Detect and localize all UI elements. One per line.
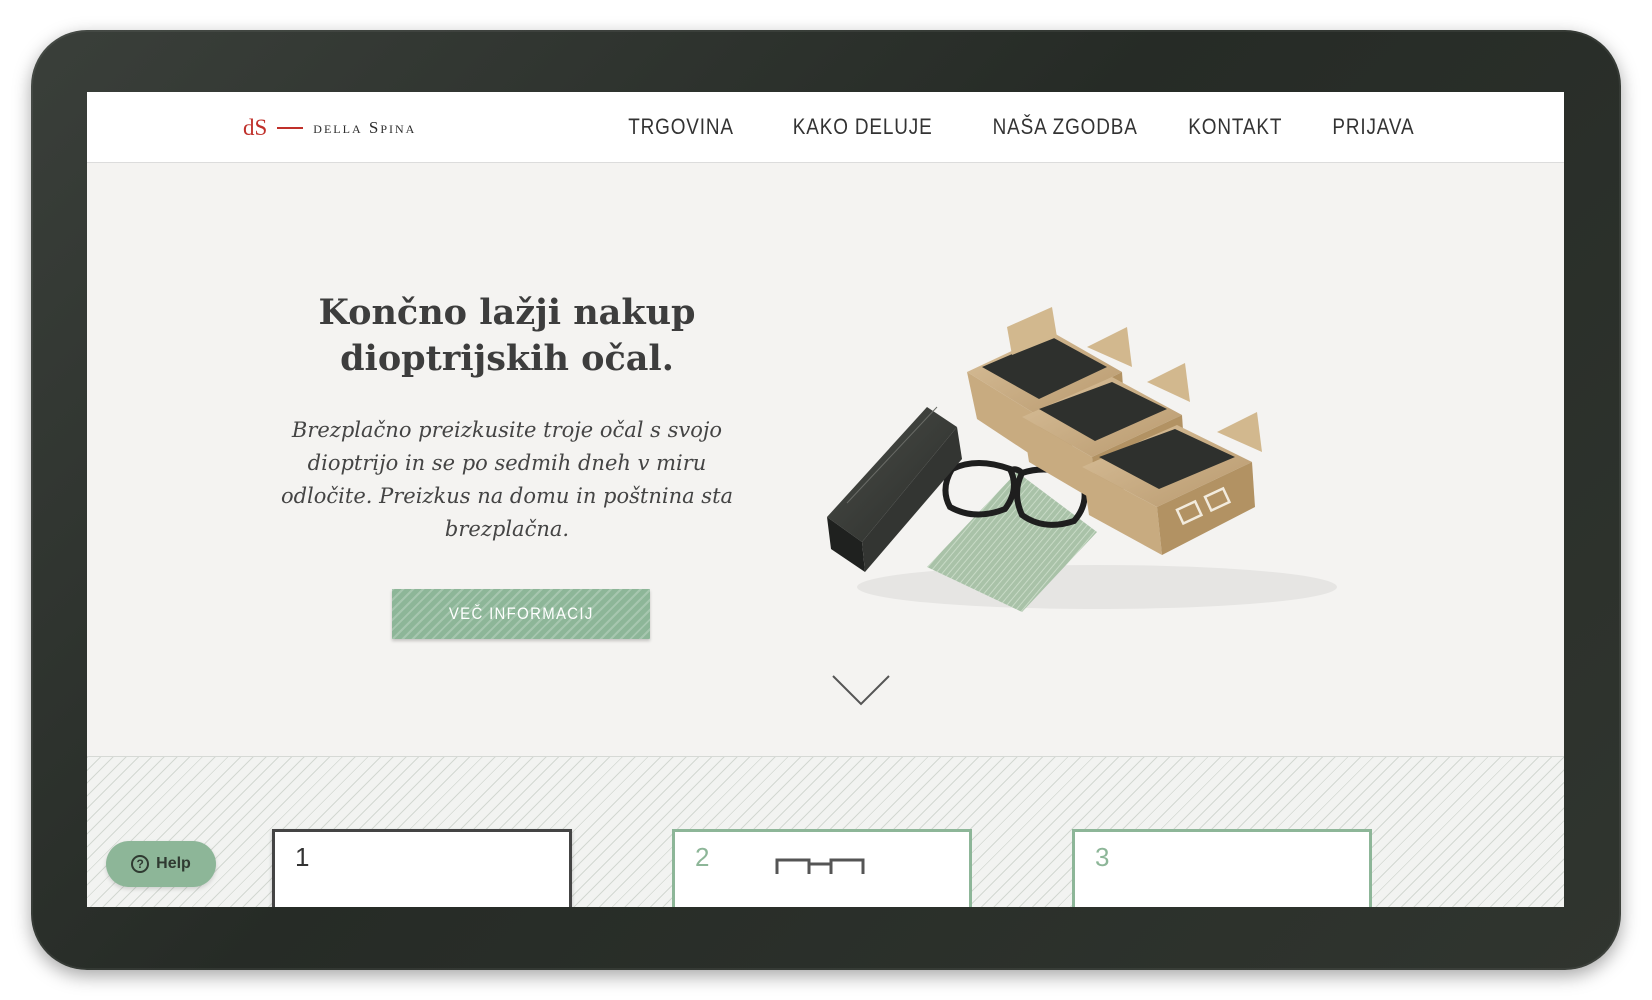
more-info-button-label: VEČ INFORMACIJ (448, 604, 594, 623)
logo-dash (277, 127, 304, 129)
main-nav: TRGOVINA KAKO DELUJE NAŠA ZGODBA KONTAKT… (611, 112, 1414, 142)
logo-name: della Spina (313, 118, 417, 137)
step-number-1: 1 (295, 842, 310, 872)
step-card-3: 3 (1072, 829, 1372, 907)
glasses-icon (775, 858, 865, 874)
nav-item-prijava[interactable]: PRIJAVA (1332, 114, 1414, 140)
step-card-1: 1 (272, 829, 572, 907)
browser-viewport: dS della Spina TRGOVINA KAKO DELUJE NAŠA… (87, 92, 1564, 907)
logo-mark: dS (243, 115, 268, 140)
site-logo[interactable]: dS della Spina (243, 114, 416, 142)
step-number-2: 2 (695, 842, 710, 872)
site-header: dS della Spina TRGOVINA KAKO DELUJE NAŠA… (87, 92, 1564, 163)
nav-item-trgovina[interactable]: TRGOVINA (628, 114, 734, 140)
step-card-2: 2 (672, 829, 972, 907)
nav-item-kako-deluje[interactable]: KAKO DELUJE (793, 114, 933, 140)
help-label: Help (156, 855, 191, 872)
step-number-3: 3 (1095, 842, 1110, 872)
eyeglass-case (827, 406, 962, 572)
hero-description: Brezplačno preizkusite troje očal s svoj… (280, 418, 734, 541)
more-info-button[interactable]: VEČ INFORMACIJ (392, 589, 650, 639)
nav-item-kontakt[interactable]: KONTAKT (1189, 114, 1283, 140)
hero-title: Končno lažji nakup dioptrijskih očal. (318, 292, 696, 379)
nav-item-nasa-zgodba[interactable]: NAŠA ZGODBA (992, 114, 1137, 140)
help-button[interactable]: ? Help (106, 841, 216, 887)
question-icon: ? (131, 855, 150, 873)
scroll-down-chevron-icon[interactable] (831, 674, 891, 708)
product-photo (827, 307, 1337, 612)
